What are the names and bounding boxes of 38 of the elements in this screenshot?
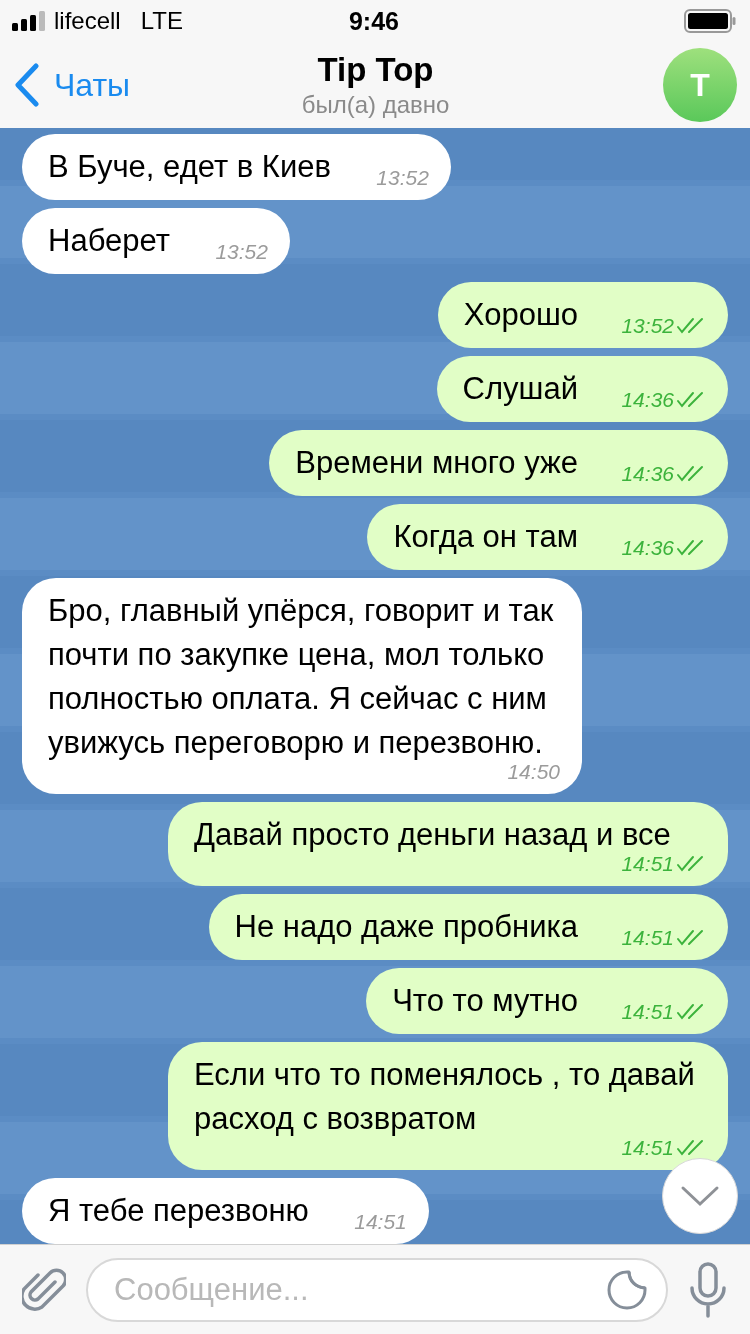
signal-icon xyxy=(12,11,46,31)
message-time: 14:51 xyxy=(354,1209,407,1235)
message-text: Не надо даже пробника xyxy=(234,908,578,946)
message-text: Наберет xyxy=(48,222,170,260)
message-time: 13:52 xyxy=(621,313,674,339)
message-text: Я тебе перезвоню xyxy=(48,1192,309,1230)
message-text: Что то мутно xyxy=(392,982,578,1020)
avatar[interactable]: T xyxy=(663,48,737,122)
microphone-icon[interactable] xyxy=(688,1261,728,1318)
message-time: 14:51 xyxy=(621,925,674,951)
chevron-down-icon xyxy=(680,1184,720,1208)
message-time: 13:52 xyxy=(376,165,429,191)
network-type: LTE xyxy=(140,7,183,35)
message-time: 13:52 xyxy=(215,239,268,265)
carrier-name: lifecell xyxy=(54,7,121,35)
message-text: Слушай xyxy=(462,370,578,408)
message-time: 14:50 xyxy=(507,760,560,785)
message-time: 14:51 xyxy=(621,851,674,877)
message-time: 14:36 xyxy=(621,387,674,413)
message-text: Времени много уже xyxy=(295,444,578,482)
message-text: Если что то поменялось , то давай расход с возвратом xyxy=(194,1056,696,1138)
sticker-icon[interactable] xyxy=(606,1268,648,1311)
message-text: Хорошо xyxy=(463,296,578,334)
last-seen-status: был(а) давно xyxy=(301,91,450,119)
message-text: Бро, главный упёрся, говорит и так почти по закупке цена, мол только полностью оплата. Я сейчас с ним увижусь переговорю и перезвоню. xyxy=(48,592,555,762)
message-text: В Буче, едет в Киев xyxy=(48,148,331,186)
message-time: 14:36 xyxy=(621,461,674,487)
back-button[interactable]: Чаты xyxy=(14,63,214,107)
message-text: Когда он там xyxy=(393,518,578,556)
status-time: 9:46 xyxy=(348,6,399,36)
message-input-box[interactable]: Сообщение... xyxy=(86,1257,668,1322)
back-chevron-icon xyxy=(14,63,40,107)
message-time: 14:36 xyxy=(621,535,674,561)
message-time: 14:51 xyxy=(621,1135,674,1161)
chat-title: Tip Top xyxy=(317,51,434,89)
message-text: Давай просто деньги назад и все xyxy=(194,816,671,854)
battery-icon xyxy=(684,9,736,33)
message-time: 14:51 xyxy=(621,999,674,1025)
